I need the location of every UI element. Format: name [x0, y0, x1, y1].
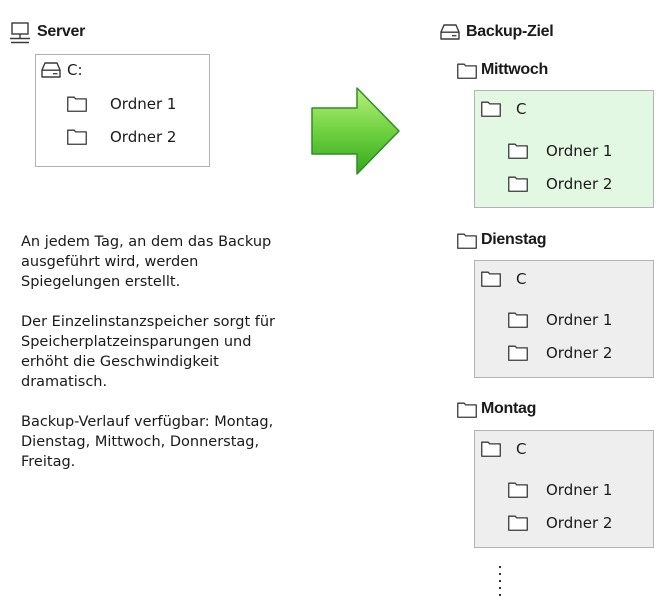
folder-icon	[457, 401, 477, 418]
description-line: ausgeführt wird, werden	[21, 254, 199, 270]
folder-icon	[457, 62, 477, 79]
folder-icon	[508, 311, 528, 328]
folder-icon	[481, 100, 501, 117]
description-line: Der Einzelinstanzspeicher sorgt für	[21, 314, 275, 330]
day-drive-label: C	[516, 440, 527, 458]
server-title: Server	[37, 23, 86, 40]
hard-drive-icon	[440, 24, 460, 40]
description-line: An jedem Tag, an dem das Backup	[21, 234, 272, 250]
folder-icon	[508, 514, 528, 531]
day-folder-2-label: Ordner 2	[546, 175, 613, 193]
day-drive-label: C	[516, 100, 527, 118]
server-folder-2-label: Ordner 2	[110, 128, 177, 146]
day-drive-label: C	[516, 270, 527, 288]
continuation-ellipsis	[497, 566, 503, 601]
day-label-montag: Montag	[481, 400, 537, 417]
day-label-mittwoch: Mittwoch	[481, 61, 548, 78]
backup-title: Backup-Ziel	[466, 23, 554, 40]
day-label-dienstag: Dienstag	[481, 231, 547, 248]
folder-icon	[508, 175, 528, 192]
description-line: dramatisch.	[21, 374, 108, 390]
description-line: Speicherplatzeinsparungen und	[21, 334, 252, 350]
day-folder-1-label: Ordner 1	[546, 311, 613, 329]
computer-icon	[9, 22, 31, 44]
description-line: Spiegelungen erstellt.	[21, 274, 181, 290]
description-line: Backup-Verlauf verfügbar: Montag,	[21, 414, 274, 430]
day-folder-2-label: Ordner 2	[546, 514, 613, 532]
description-text: An jedem Tag, an dem das Backup ausgefüh…	[21, 232, 321, 472]
folder-icon	[481, 440, 501, 457]
hard-drive-icon	[41, 62, 61, 78]
folder-icon	[508, 142, 528, 159]
server-folder-1-label: Ordner 1	[110, 95, 177, 113]
day-folder-1-label: Ordner 1	[546, 142, 613, 160]
folder-icon	[457, 232, 477, 249]
description-line: Freitag.	[21, 454, 76, 470]
folder-icon	[67, 95, 87, 112]
folder-icon	[508, 344, 528, 361]
folder-icon	[67, 128, 87, 145]
day-folder-2-label: Ordner 2	[546, 344, 613, 362]
folder-icon	[481, 270, 501, 287]
arrow-right-icon	[311, 87, 400, 175]
day-folder-1-label: Ordner 1	[546, 481, 613, 499]
server-drive-label: C:	[67, 61, 83, 79]
folder-icon	[508, 481, 528, 498]
description-line: Dienstag, Mittwoch, Donnerstag,	[21, 434, 260, 450]
description-line: erhöht die Geschwindigkeit	[21, 354, 219, 370]
